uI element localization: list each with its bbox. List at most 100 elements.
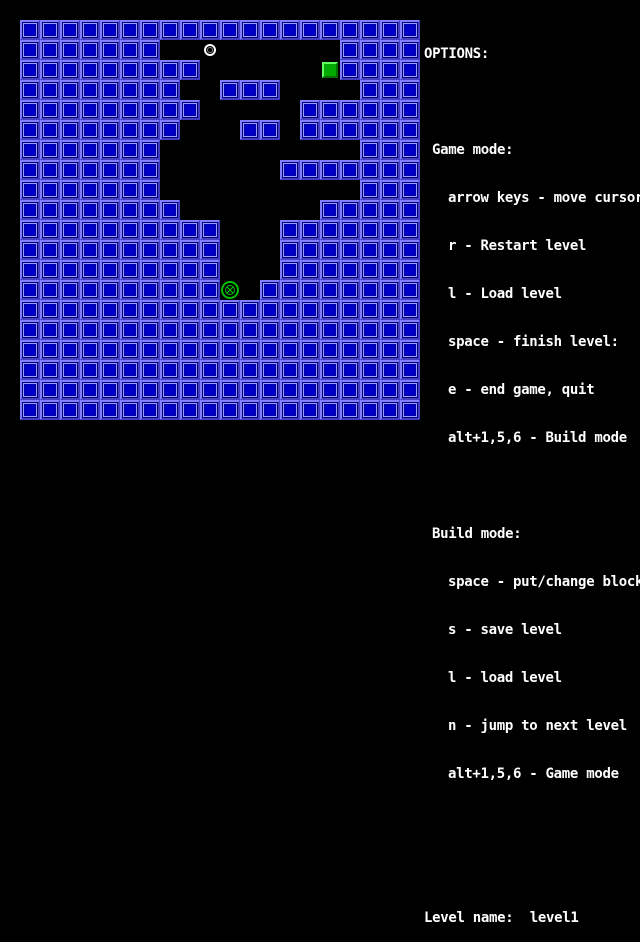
wall-block[interactable] (100, 140, 120, 160)
wall-block[interactable] (120, 140, 140, 160)
empty-cell[interactable] (260, 40, 280, 60)
wall-block[interactable] (300, 20, 320, 40)
wall-block[interactable] (340, 360, 360, 380)
wall-block[interactable] (300, 240, 320, 260)
wall-block[interactable] (360, 20, 380, 40)
wall-block[interactable] (400, 160, 420, 180)
wall-block[interactable] (60, 360, 80, 380)
wall-block[interactable] (20, 360, 40, 380)
empty-cell[interactable] (200, 120, 220, 140)
wall-block[interactable] (20, 160, 40, 180)
wall-block[interactable] (180, 300, 200, 320)
wall-block[interactable] (180, 20, 200, 40)
wall-block[interactable] (280, 240, 300, 260)
wall-block[interactable] (400, 300, 420, 320)
wall-block[interactable] (80, 280, 100, 300)
wall-block[interactable] (380, 360, 400, 380)
wall-block[interactable] (140, 140, 160, 160)
wall-block[interactable] (60, 260, 80, 280)
wall-block[interactable] (140, 400, 160, 420)
wall-block[interactable] (180, 280, 200, 300)
wall-block[interactable] (40, 280, 60, 300)
wall-block[interactable] (380, 380, 400, 400)
empty-cell[interactable] (260, 60, 280, 80)
wall-block[interactable] (100, 280, 120, 300)
wall-block[interactable] (60, 300, 80, 320)
wall-block[interactable] (260, 20, 280, 40)
wall-block[interactable] (400, 100, 420, 120)
empty-cell[interactable] (220, 220, 240, 240)
wall-block[interactable] (260, 400, 280, 420)
wall-block[interactable] (40, 40, 60, 60)
wall-block[interactable] (280, 260, 300, 280)
empty-cell[interactable] (240, 280, 260, 300)
empty-cell[interactable] (240, 180, 260, 200)
empty-cell[interactable] (280, 40, 300, 60)
wall-block[interactable] (240, 80, 260, 100)
wall-block[interactable] (20, 120, 40, 140)
wall-block[interactable] (360, 300, 380, 320)
wall-block[interactable] (220, 300, 240, 320)
wall-block[interactable] (40, 60, 60, 80)
wall-block[interactable] (240, 300, 260, 320)
empty-cell[interactable] (280, 60, 300, 80)
wall-block[interactable] (360, 40, 380, 60)
empty-cell[interactable] (160, 180, 180, 200)
wall-block[interactable] (320, 220, 340, 240)
wall-block[interactable] (60, 340, 80, 360)
wall-block[interactable] (140, 360, 160, 380)
wall-block[interactable] (120, 320, 140, 340)
empty-cell[interactable] (280, 80, 300, 100)
wall-block[interactable] (100, 340, 120, 360)
empty-cell[interactable] (240, 100, 260, 120)
wall-block[interactable] (360, 160, 380, 180)
wall-block[interactable] (400, 200, 420, 220)
wall-block[interactable] (360, 120, 380, 140)
wall-block[interactable] (380, 60, 400, 80)
wall-block[interactable] (120, 120, 140, 140)
wall-block[interactable] (340, 400, 360, 420)
wall-block[interactable] (80, 160, 100, 180)
wall-block[interactable] (140, 120, 160, 140)
wall-block[interactable] (140, 200, 160, 220)
wall-block[interactable] (200, 320, 220, 340)
wall-block[interactable] (40, 160, 60, 180)
wall-block[interactable] (80, 180, 100, 200)
wall-block[interactable] (80, 400, 100, 420)
wall-block[interactable] (80, 120, 100, 140)
wall-block[interactable] (320, 200, 340, 220)
wall-block[interactable] (180, 240, 200, 260)
wall-block[interactable] (240, 380, 260, 400)
empty-cell[interactable] (340, 140, 360, 160)
wall-block[interactable] (400, 120, 420, 140)
wall-block[interactable] (300, 280, 320, 300)
empty-cell[interactable] (260, 200, 280, 220)
wall-block[interactable] (380, 300, 400, 320)
empty-cell[interactable] (280, 120, 300, 140)
wall-block[interactable] (280, 380, 300, 400)
wall-block[interactable] (160, 240, 180, 260)
wall-block[interactable] (60, 400, 80, 420)
wall-block[interactable] (160, 120, 180, 140)
wall-block[interactable] (320, 20, 340, 40)
wall-block[interactable] (200, 340, 220, 360)
wall-block[interactable] (40, 20, 60, 40)
empty-cell[interactable] (260, 140, 280, 160)
wall-block[interactable] (300, 160, 320, 180)
wall-block[interactable] (100, 180, 120, 200)
wall-block[interactable] (300, 320, 320, 340)
wall-block[interactable] (120, 80, 140, 100)
wall-block[interactable] (280, 340, 300, 360)
wall-block[interactable] (240, 400, 260, 420)
wall-block[interactable] (340, 60, 360, 80)
wall-block[interactable] (360, 80, 380, 100)
empty-cell[interactable] (180, 80, 200, 100)
wall-block[interactable] (200, 400, 220, 420)
wall-block[interactable] (400, 220, 420, 240)
wall-block[interactable] (160, 340, 180, 360)
wall-block[interactable] (80, 260, 100, 280)
wall-block[interactable] (400, 320, 420, 340)
wall-block[interactable] (160, 300, 180, 320)
wall-block[interactable] (60, 160, 80, 180)
wall-block[interactable] (60, 240, 80, 260)
